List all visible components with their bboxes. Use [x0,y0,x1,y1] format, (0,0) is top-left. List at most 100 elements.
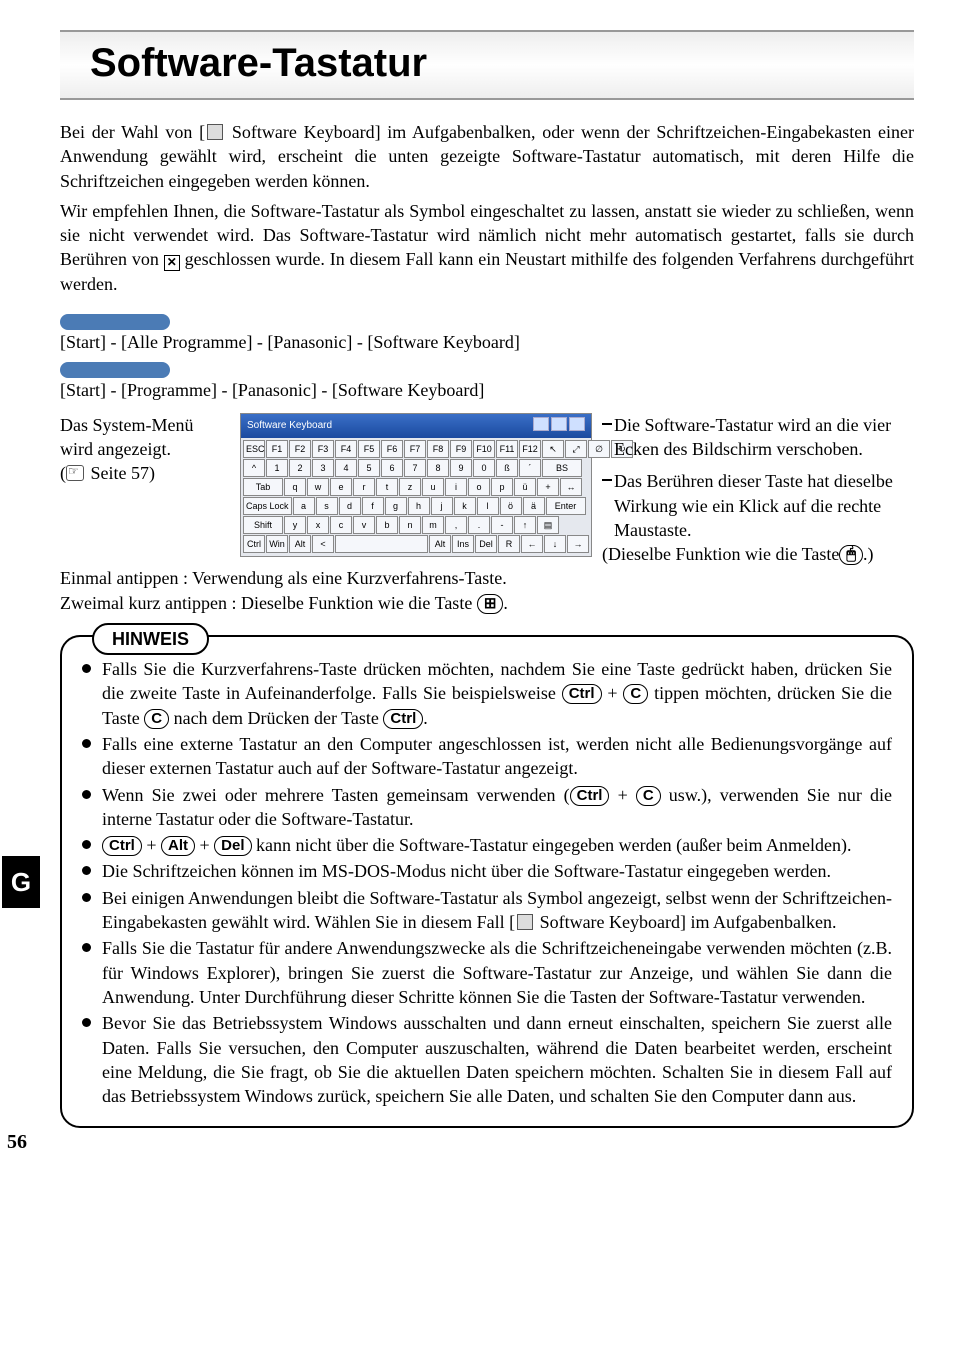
kb-key: F5 [358,440,380,458]
t: Zweimal kurz antippen : Dieselbe Funktio… [60,593,472,613]
t: nach dem Drücken der Taste [169,708,383,728]
kb-window-title: Software Keyboard [247,419,332,433]
kb-key: F7 [404,440,426,458]
kb-key: < [312,535,334,553]
kb-key: ▤ [537,516,559,534]
kb-key: a [293,497,315,515]
note-item-2: Falls eine externe Tastatur an den Compu… [82,732,892,781]
note-item-7: Falls Sie die Tastatur für andere Anwend… [82,936,892,1009]
reference-icon [66,465,84,481]
kb-window-titlebar: Software Keyboard [241,414,591,439]
mouse-key-icon: 🖱 [839,545,863,565]
kb-key: m [422,516,444,534]
kb-key: Tab [243,478,283,496]
kb-key: F8 [427,440,449,458]
kb-key: ä [523,497,545,515]
kb-key: ↓ [544,535,566,553]
kb-key: 7 [404,459,426,477]
kb-key: z [399,478,421,496]
t: Wenn Sie zwei oder mehrere Tasten gemein… [102,785,570,805]
kb-key: ö [500,497,522,515]
win-glyph: ⊞ [484,595,497,613]
menu-path-2: [Start] - [Programme] - [Panasonic] - [S… [60,378,914,402]
kb-key: F6 [381,440,403,458]
kb-key: R [498,535,520,553]
kb-key: n [399,516,421,534]
software-keyboard-diagram: Software Keyboard ESCF1F2F3F4F5F6F7F8F9F… [240,413,592,567]
page-title: Software-Tastatur [90,36,914,90]
kb-key: 9 [450,459,472,477]
right-callouts: Die Software-Tastatur wird an die vier E… [602,413,914,567]
right-note-3: (Dieselbe Funktion wie die Taste🖱.) [602,542,914,566]
title-band: Software-Tastatur [60,30,914,100]
hinweis-list: Falls Sie die Kurzverfahrens-Taste drück… [82,657,892,1108]
t: . [503,593,508,613]
hinweis-label: HINWEIS [92,623,209,655]
kb-key: Alt [429,535,451,553]
t: kann nicht über die Software-Tastatur ei… [252,835,852,855]
kb-window-buttons [531,417,585,436]
kb-key: Del [475,535,497,553]
kb-key: g [385,497,407,515]
kb-key: ^ [243,459,265,477]
t: + [602,683,624,703]
kb-key: 2 [289,459,311,477]
t: Software Keyboard] im Aufgabenbalken. [535,912,836,932]
kb-key: 0 [473,459,495,477]
kb-key: 8 [427,459,449,477]
kb-key [335,535,428,553]
key-c: C [144,709,169,729]
t: + [609,785,635,805]
kb-key: F9 [450,440,472,458]
left-note-1: Das System-Menü wird angezeigt. [60,413,230,462]
kb-key: F4 [335,440,357,458]
section-tab: G [2,856,40,908]
close-icon: ✕ [164,255,180,271]
kb-key: 6 [381,459,403,477]
page-number: 56 [7,1129,27,1156]
kb-key: F12 [519,440,541,458]
menu-path-1: [Start] - [Alle Programme] - [Panasonic]… [60,330,914,354]
kb-key: Caps Lock [243,497,292,515]
keyboard-taskbar-icon [517,914,533,930]
note-item-6: Bei einigen Anwendungen bleibt die Softw… [82,886,892,935]
kb-key: ´ [519,459,541,477]
kb-key: ↑ [514,516,536,534]
kb-key: ⤢ [565,440,587,458]
t: + [142,835,161,855]
kb-key: Shift [243,516,283,534]
right-note-2: Das Berühren dieser Taste hat dieselbe W… [602,469,914,542]
kb-key: F10 [473,440,495,458]
t: Seite 57) [86,463,155,483]
keyboard-taskbar-icon [207,124,223,140]
kb-key: b [376,516,398,534]
kb-key: d [339,497,361,515]
key-alt: Alt [161,836,195,856]
key-ctrl: Ctrl [102,836,142,856]
kb-key: F1 [266,440,288,458]
kb-key: s [316,497,338,515]
kb-key: h [408,497,430,515]
hinweis-box: HINWEIS G 56 Falls Sie die Kurzverfahren… [60,635,914,1128]
note-item-8: Bevor Sie das Betriebssystem Windows aus… [82,1011,892,1108]
kb-key: y [284,516,306,534]
kb-key: Ins [452,535,474,553]
kb-key: ↔ [560,478,582,496]
key-ctrl: Ctrl [383,709,423,729]
mouse-glyph: 🖱 [846,546,856,564]
note-item-4: Ctrl + Alt + Del kann nicht über die Sof… [82,833,892,857]
kb-key: w [307,478,329,496]
kb-key: f [362,497,384,515]
kb-key: l [477,497,499,515]
note-item-1: Falls Sie die Kurzverfahrens-Taste drück… [82,657,892,730]
kb-key: 1 [266,459,288,477]
kb-key: ← [521,535,543,553]
key-c: C [636,786,661,806]
t: (Dieselbe Funktion wie die Taste [602,544,839,564]
kb-key: k [454,497,476,515]
left-callout: Das System-Menü wird angezeigt. ( Seite … [60,413,230,567]
kb-key: q [284,478,306,496]
kb-key: ↖ [542,440,564,458]
right-note-1: Die Software-Tastatur wird an die vier E… [602,413,914,462]
kb-key: p [491,478,513,496]
